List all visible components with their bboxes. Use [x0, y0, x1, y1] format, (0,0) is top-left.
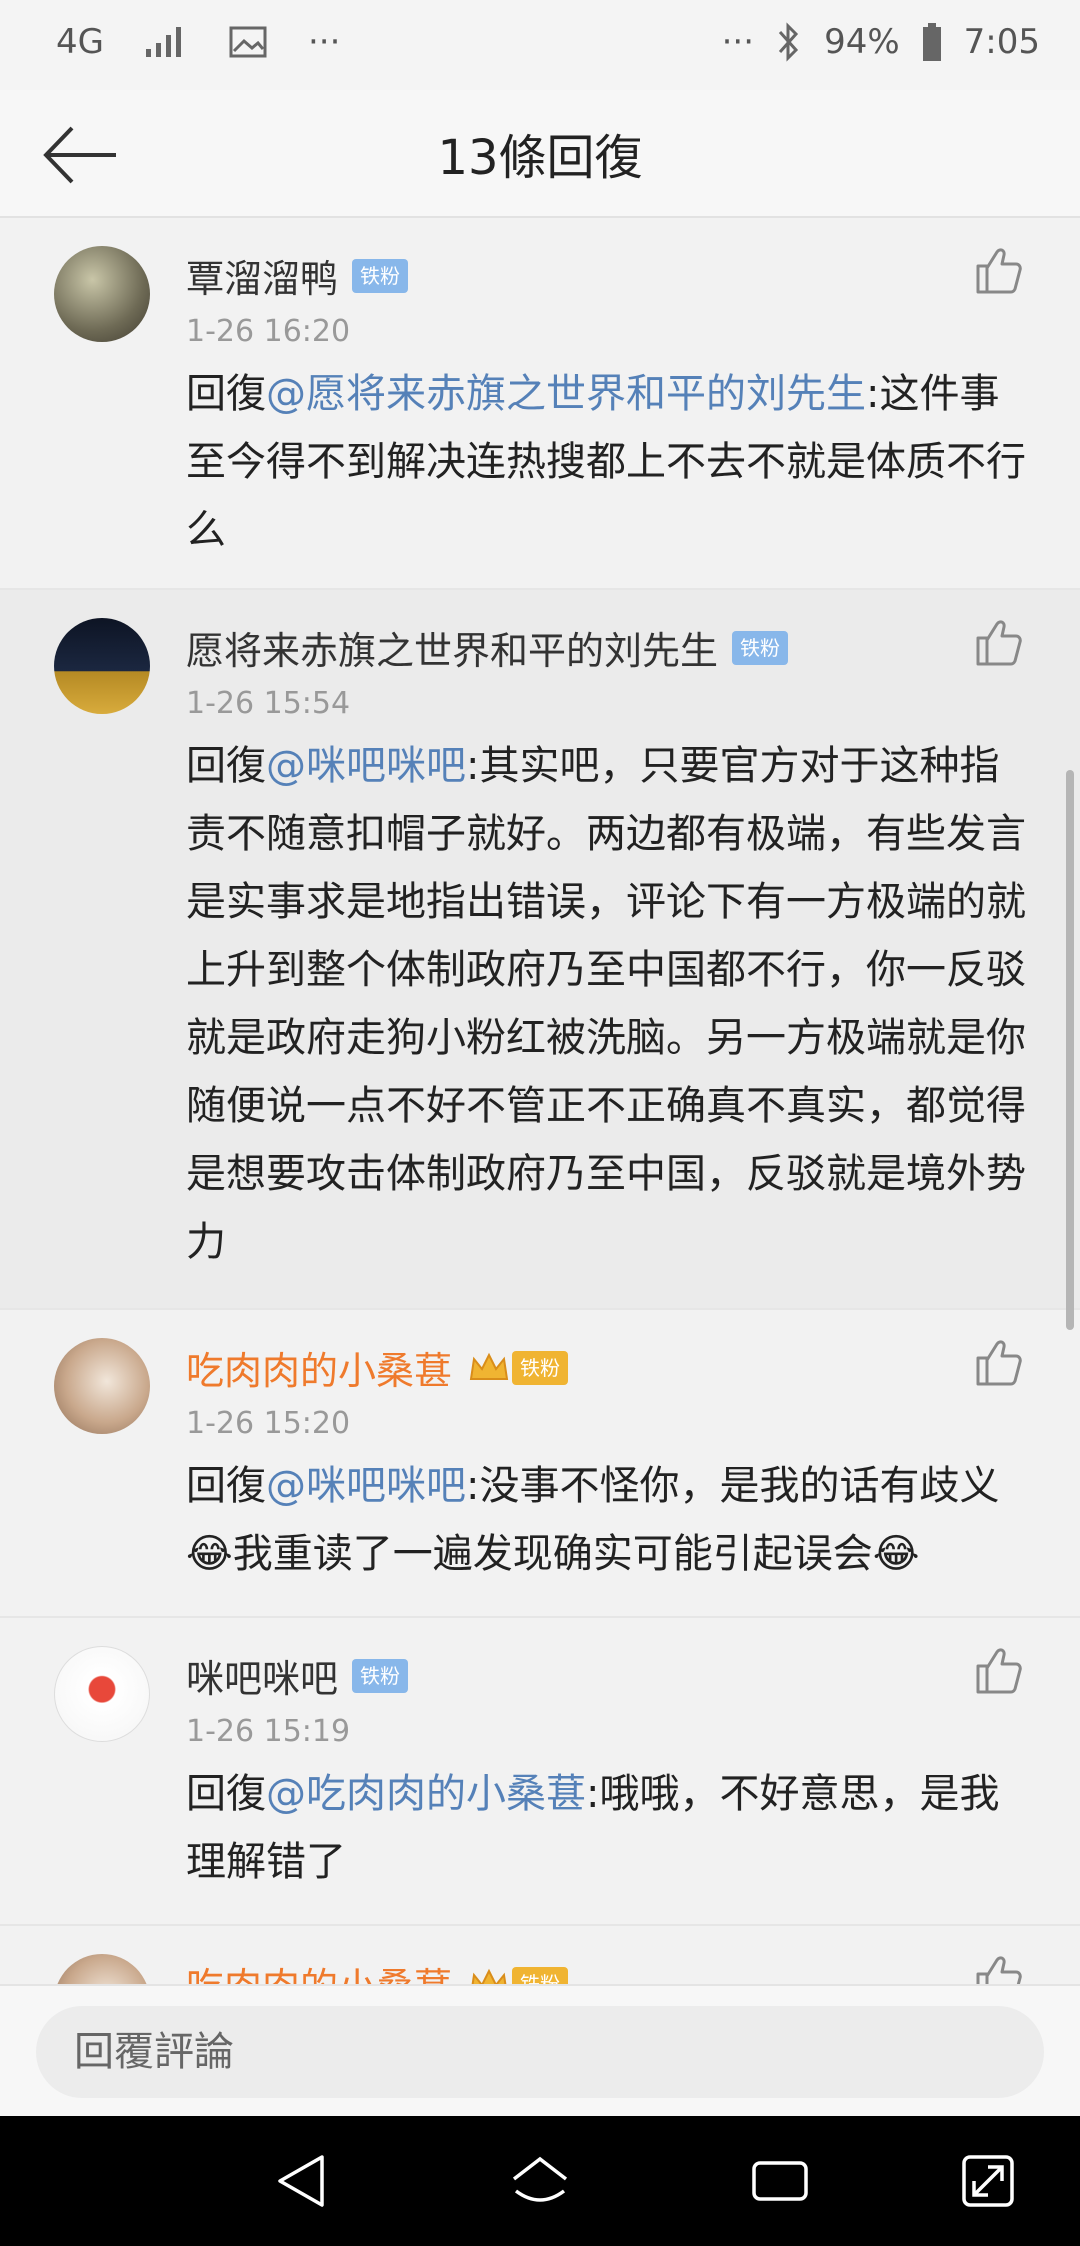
fan-badge: 铁粉 [512, 1966, 569, 1984]
bluetooth-icon [778, 22, 799, 62]
comment-author[interactable]: 吃肉肉的小桑葚 铁粉 [186, 1956, 569, 1984]
reply-input[interactable] [36, 2006, 1044, 2098]
comment-list[interactable]: 覃溜溜鸭 铁粉 1-26 16:20 回復@愿将来赤旗之世界和平的刘先生:这件事… [0, 218, 1080, 1984]
app-bar: 13條回復 [0, 90, 1080, 218]
comment-item: 覃溜溜鸭 铁粉 1-26 16:20 回復@愿将来赤旗之世界和平的刘先生:这件事… [0, 218, 1080, 590]
comment-author[interactable]: 覃溜溜鸭 铁粉 [186, 248, 409, 303]
reply-prefix: 回復 [186, 371, 266, 417]
avatar[interactable] [54, 618, 150, 714]
nav-expand-icon[interactable] [956, 2151, 1020, 2211]
fan-badge: 铁粉 [352, 258, 409, 293]
system-nav-bar [0, 2116, 1080, 2246]
author-name: 覃溜溜鸭 [186, 257, 339, 301]
comment-text: 回復@咪吧咪吧:其实吧，只要官方对于这种指责不随意扣帽子就好。两边都有极端，有些… [186, 732, 1036, 1276]
comment-item: 愿将来赤旗之世界和平的刘先生 铁粉 1-26 15:54 回復@咪吧咪吧:其实吧… [0, 590, 1080, 1310]
more-status-icon: ··· [721, 22, 755, 62]
author-name: 咪吧咪吧 [186, 1657, 339, 1701]
network-indicator: 4G [56, 22, 104, 62]
scrollbar[interactable] [1066, 770, 1074, 1330]
author-name: 吃肉肉的小桑葚 [186, 1956, 452, 1984]
mention-link[interactable]: @愿将来赤旗之世界和平的刘先生 [266, 371, 866, 417]
thumbs-up-icon[interactable] [972, 1336, 1024, 1388]
reply-prefix: 回復 [186, 743, 266, 789]
comment-text: 回復@咪吧咪吧:没事不怪你，是我的话有歧义😂我重读了一遍发现确实可能引起误会😂 [186, 1452, 1036, 1588]
comment-time: 1-26 15:54 [186, 686, 351, 721]
author-name: 吃肉肉的小桑葚 [186, 1349, 453, 1393]
battery-icon [922, 23, 941, 61]
comment-item: 咪吧咪吧 铁粉 1-26 15:19 回復@吃肉肉的小桑葚:哦哦，不好意思，是我… [0, 1618, 1080, 1926]
mention-link[interactable]: @咪吧咪吧 [266, 743, 466, 789]
avatar[interactable] [54, 246, 150, 342]
thumbs-up-icon[interactable] [972, 244, 1024, 296]
avatar[interactable] [54, 1646, 150, 1742]
avatar[interactable] [54, 1954, 150, 1984]
crown-icon [471, 1968, 507, 1984]
comment-author[interactable]: 愿将来赤旗之世界和平的刘先生 铁粉 [186, 620, 789, 675]
crown-icon [469, 1352, 509, 1380]
comment-text: 回復@愿将来赤旗之世界和平的刘先生:这件事至今得不到解决连热搜都上不去不就是体质… [186, 360, 1036, 564]
reply-prefix: 回復 [186, 1463, 266, 1509]
comment-text: 回復@吃肉肉的小桑葚:哦哦，不好意思，是我理解错了 [186, 1760, 1036, 1896]
comment-time: 1-26 16:20 [186, 314, 351, 349]
reply-bar [0, 1984, 1080, 2116]
fan-badge: 铁粉 [352, 1658, 409, 1693]
fan-badge: 铁粉 [512, 1350, 569, 1385]
mention-link[interactable]: @吃肉肉的小桑葚 [266, 1771, 586, 1817]
status-bar: 4G ··· ··· 94% 7:05 [0, 0, 1080, 90]
comment-author[interactable]: 吃肉肉的小桑葚 铁粉 [186, 1340, 569, 1395]
comment-time: 1-26 15:20 [186, 1406, 351, 1441]
battery-percent: 94% [824, 22, 900, 62]
comment-body: :其实吧，只要官方对于这种指责不随意扣帽子就好。两边都有极端，有些发言是实事求是… [186, 743, 1026, 1265]
nav-home-icon[interactable] [508, 2151, 572, 2211]
thumbs-up-icon[interactable] [972, 1952, 1024, 1984]
author-name: 愿将来赤旗之世界和平的刘先生 [186, 629, 719, 673]
comment-author[interactable]: 咪吧咪吧 铁粉 [186, 1648, 409, 1703]
mention-link[interactable]: @咪吧咪吧 [266, 1463, 466, 1509]
image-icon [229, 26, 267, 58]
page-title: 13條回復 [437, 130, 643, 186]
thumbs-up-icon[interactable] [972, 1644, 1024, 1696]
comment-time: 1-26 15:19 [186, 1714, 351, 1749]
signal-icon [145, 27, 181, 57]
more-notifications-icon: ··· [307, 22, 341, 62]
comment-item: 吃肉肉的小桑葚 铁粉 [0, 1926, 1080, 1984]
reply-prefix: 回復 [186, 1771, 266, 1817]
nav-back-icon[interactable] [270, 2151, 334, 2211]
fan-badge: 铁粉 [732, 630, 789, 665]
comment-item: 吃肉肉的小桑葚 铁粉 1-26 15:20 回復@咪吧咪吧:没事不怪你，是我的话… [0, 1310, 1080, 1618]
avatar[interactable] [54, 1338, 150, 1434]
clock: 7:05 [963, 22, 1040, 62]
thumbs-up-icon[interactable] [972, 616, 1024, 668]
nav-recents-icon[interactable] [748, 2151, 812, 2211]
